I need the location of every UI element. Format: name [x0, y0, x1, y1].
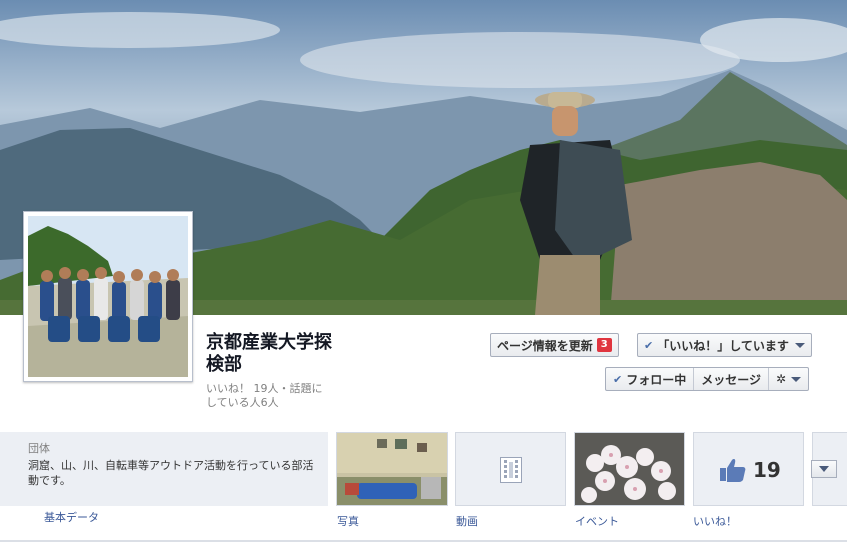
notification-badge: 3: [596, 338, 612, 352]
following-button[interactable]: ✔ フォロー中: [606, 368, 695, 390]
photos-tile[interactable]: [336, 432, 448, 506]
about-box[interactable]: 団体 洞窟、山、川、自転車等アウトドア活動を行っている部活動です。: [0, 432, 328, 506]
check-icon: ✔: [644, 338, 654, 352]
chevron-down-icon: [791, 376, 802, 382]
following-label: フォロー中: [626, 372, 687, 387]
profile-picture[interactable]: [23, 211, 193, 382]
videos-label[interactable]: 動画: [456, 513, 478, 529]
more-apps-button[interactable]: [811, 460, 837, 478]
liked-button[interactable]: ✔ 「いいね！」しています: [637, 333, 812, 357]
likes-label[interactable]: いいね！: [693, 513, 737, 529]
page-category: 団体: [28, 442, 50, 455]
chevron-down-icon: [819, 466, 829, 472]
events-label[interactable]: イベント: [575, 513, 619, 529]
message-label: メッセージ: [701, 372, 761, 387]
profile-photo: [28, 216, 188, 377]
liked-label: 「いいね！」しています: [657, 338, 789, 353]
chevron-down-icon: [794, 342, 805, 348]
message-button[interactable]: メッセージ: [694, 368, 769, 390]
events-tile[interactable]: [574, 432, 685, 506]
follow-message-group: ✔ フォロー中 メッセージ ✲: [605, 367, 810, 391]
update-info-button[interactable]: ページ情報を更新 3: [490, 333, 619, 357]
update-info-label: ページ情報を更新: [497, 338, 593, 353]
videos-tile[interactable]: [455, 432, 566, 506]
gear-icon: ✲: [776, 372, 787, 386]
page-description: 洞窟、山、川、自転車等アウトドア活動を行っている部活動です。: [28, 459, 314, 487]
photos-thumbnail: [337, 433, 447, 505]
thumbs-up-icon: [720, 459, 746, 482]
likes-tile[interactable]: 19: [693, 432, 804, 506]
film-icon: [500, 457, 522, 483]
likes-count: 19: [753, 458, 781, 482]
events-thumbnail: [575, 433, 684, 505]
photos-label[interactable]: 写真: [337, 513, 359, 529]
group-photo-scene: [28, 216, 188, 377]
about-link[interactable]: 基本データ: [44, 509, 99, 525]
page-title[interactable]: 京都産業大学探検部: [206, 332, 336, 376]
settings-button[interactable]: ✲: [769, 368, 808, 390]
page-stats: いいね！ 19人・話題にしている人6人: [206, 382, 323, 409]
check-icon: ✔: [613, 372, 623, 386]
